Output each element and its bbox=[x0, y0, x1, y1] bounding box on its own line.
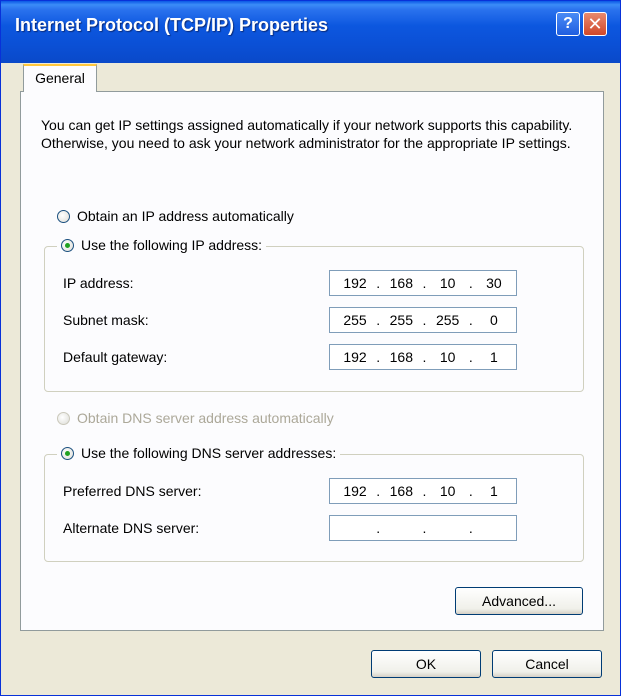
ip-address-group: Use the following IP address: IP address… bbox=[44, 237, 584, 392]
obtain-dns-auto-radio: Obtain DNS server address automatically bbox=[57, 410, 334, 426]
octet-separator: . bbox=[376, 483, 381, 499]
help-button[interactable]: ? bbox=[556, 12, 580, 36]
close-button[interactable]: ✕ bbox=[583, 12, 607, 36]
octet: 192 bbox=[343, 349, 367, 365]
use-following-dns-label: Use the following DNS server addresses: bbox=[81, 445, 337, 461]
description-text: You can get IP settings assigned automat… bbox=[41, 117, 573, 151]
octet-separator: . bbox=[468, 312, 473, 328]
use-following-dns-radio[interactable]: Use the following DNS server addresses: bbox=[57, 445, 341, 461]
alternate-dns-label: Alternate DNS server: bbox=[63, 520, 200, 536]
octet: 30 bbox=[486, 275, 502, 291]
use-following-ip-label: Use the following IP address: bbox=[81, 237, 263, 253]
obtain-ip-auto-label: Obtain an IP address automatically bbox=[77, 208, 294, 224]
octet-separator: . bbox=[422, 483, 427, 499]
octet-separator: . bbox=[468, 349, 473, 365]
octet: 255 bbox=[389, 312, 413, 328]
ip-address-label: IP address: bbox=[63, 275, 134, 291]
octet: 192 bbox=[343, 483, 367, 499]
octet: 10 bbox=[439, 349, 456, 365]
octet: 255 bbox=[435, 312, 460, 328]
radio-button-icon bbox=[57, 209, 70, 223]
octet-separator: . bbox=[422, 349, 427, 365]
octet-separator: . bbox=[376, 312, 381, 328]
default-gateway-field[interactable]: 192. 168. 10. 1 bbox=[329, 344, 517, 370]
octet: 168 bbox=[389, 483, 413, 499]
general-tab-panel: You can get IP settings assigned automat… bbox=[20, 91, 604, 631]
alternate-dns-field[interactable]: . . . bbox=[329, 515, 517, 541]
ok-button[interactable]: OK bbox=[371, 650, 481, 678]
radio-button-disabled-icon bbox=[57, 411, 70, 425]
preferred-dns-field[interactable]: 192. 168. 10. 1 bbox=[329, 478, 517, 504]
octet: 168 bbox=[389, 275, 413, 291]
radio-button-selected-icon bbox=[61, 446, 74, 460]
octet: 255 bbox=[343, 312, 367, 328]
octet-separator: . bbox=[376, 275, 381, 291]
use-following-ip-radio[interactable]: Use the following IP address: bbox=[57, 237, 267, 253]
default-gateway-label: Default gateway: bbox=[63, 349, 168, 365]
octet-separator: . bbox=[468, 483, 473, 499]
octet: 192 bbox=[343, 275, 367, 291]
ip-address-field[interactable]: 192. 168. 10. 30 bbox=[329, 270, 517, 296]
cancel-button[interactable]: Cancel bbox=[492, 650, 602, 678]
octet: 168 bbox=[389, 349, 413, 365]
subnet-mask-label: Subnet mask: bbox=[63, 312, 149, 328]
obtain-dns-auto-label: Obtain DNS server address automatically bbox=[77, 410, 334, 426]
octet: 1 bbox=[490, 483, 498, 499]
window-title: Internet Protocol (TCP/IP) Properties bbox=[15, 15, 329, 35]
octet-separator: . bbox=[468, 275, 473, 291]
octet-separator: . bbox=[422, 520, 427, 536]
octet-separator: . bbox=[376, 520, 381, 536]
radio-button-selected-icon bbox=[61, 238, 74, 252]
octet: 10 bbox=[439, 483, 456, 499]
octet-separator: . bbox=[422, 275, 427, 291]
preferred-dns-label: Preferred DNS server: bbox=[63, 483, 202, 499]
title-bar[interactable]: Internet Protocol (TCP/IP) Properties ? … bbox=[1, 1, 620, 63]
tab-general[interactable]: General bbox=[23, 64, 97, 92]
subnet-mask-field[interactable]: 255. 255. 255. 0 bbox=[329, 307, 517, 333]
dns-server-group: Use the following DNS server addresses: … bbox=[44, 445, 584, 562]
octet: 0 bbox=[490, 312, 498, 328]
octet-separator: . bbox=[376, 349, 381, 365]
obtain-ip-auto-radio[interactable]: Obtain an IP address automatically bbox=[57, 208, 294, 224]
octet: 10 bbox=[439, 275, 456, 291]
octet: 1 bbox=[490, 349, 498, 365]
octet-separator: . bbox=[422, 312, 427, 328]
advanced-button[interactable]: Advanced... bbox=[455, 587, 583, 615]
octet-separator: . bbox=[468, 520, 473, 536]
dialog-window: Internet Protocol (TCP/IP) Properties ? … bbox=[0, 0, 621, 696]
